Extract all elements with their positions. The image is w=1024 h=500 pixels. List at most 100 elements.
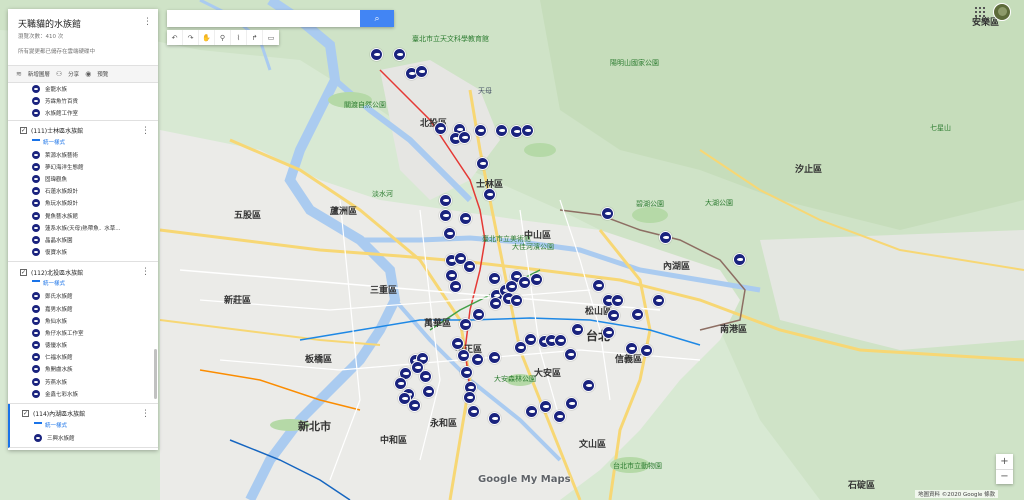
apps-grid-icon[interactable]: [975, 7, 985, 17]
layer-options-icon[interactable]: ⋮: [141, 267, 150, 277]
hand-icon[interactable]: ✋: [199, 30, 215, 45]
fish-store-marker[interactable]: [607, 309, 620, 322]
preview-button[interactable]: 預覽: [97, 70, 108, 78]
fish-store-marker[interactable]: [539, 400, 552, 413]
fish-store-marker[interactable]: [625, 342, 638, 355]
undo-icon[interactable]: ↶: [167, 30, 183, 45]
layer-visibility-checkbox[interactable]: ✓: [20, 268, 27, 276]
list-item[interactable]: 金龍水族: [8, 83, 158, 95]
layer-options-icon[interactable]: ⋮: [141, 126, 150, 136]
layer-visibility-checkbox[interactable]: ✓: [22, 410, 29, 418]
fish-store-marker[interactable]: [443, 227, 456, 240]
list-item[interactable]: 魚仙水族: [8, 315, 158, 327]
add-marker-icon[interactable]: ⚲: [215, 30, 231, 45]
fish-store-marker[interactable]: [733, 253, 746, 266]
fish-store-marker[interactable]: [488, 351, 501, 364]
fish-store-marker[interactable]: [488, 412, 501, 425]
fish-store-marker[interactable]: [582, 379, 595, 392]
share-button[interactable]: 分享: [68, 70, 79, 78]
list-item[interactable]: 金鑫七彩水族: [8, 388, 158, 400]
fish-store-marker[interactable]: [554, 334, 567, 347]
ruler-icon[interactable]: ▭: [263, 30, 279, 45]
fish-store-marker[interactable]: [553, 410, 566, 423]
fish-store-marker[interactable]: [530, 273, 543, 286]
fish-store-marker[interactable]: [640, 344, 653, 357]
fish-store-marker[interactable]: [459, 318, 472, 331]
list-item[interactable]: 魚玩水族設計: [8, 197, 158, 209]
fish-store-marker[interactable]: [422, 385, 435, 398]
list-item[interactable]: 芳霖魚竹百貨: [8, 95, 158, 107]
fish-store-marker[interactable]: [602, 326, 615, 339]
list-item[interactable]: 萊源水族藝術: [8, 149, 158, 161]
list-item[interactable]: 魚開盧水族: [8, 363, 158, 375]
list-item[interactable]: 夢幻海洋生態館: [8, 161, 158, 173]
fish-store-marker[interactable]: [489, 297, 502, 310]
fish-store-marker[interactable]: [601, 207, 614, 220]
directions-icon[interactable]: ↱: [247, 30, 263, 45]
list-item[interactable]: 三興水族館: [10, 432, 158, 444]
list-item[interactable]: 固瑋觀魚: [8, 173, 158, 185]
zoom-out-button[interactable]: −: [996, 470, 1013, 485]
fish-store-marker[interactable]: [434, 122, 447, 135]
fish-store-marker[interactable]: [483, 188, 496, 201]
fish-store-marker[interactable]: [524, 333, 537, 346]
fish-store-marker[interactable]: [521, 124, 534, 137]
fish-store-marker[interactable]: [467, 405, 480, 418]
fish-store-marker[interactable]: [472, 308, 485, 321]
fish-store-marker[interactable]: [463, 260, 476, 273]
fish-store-marker[interactable]: [415, 65, 428, 78]
fish-store-marker[interactable]: [439, 209, 452, 222]
layer-header[interactable]: ✓ (114)內湖區水族館 ⋮: [10, 408, 158, 420]
map-title[interactable]: 天職貓的水族館: [18, 17, 150, 30]
search-button[interactable]: ⌕: [360, 10, 394, 27]
fish-store-marker[interactable]: [398, 392, 411, 405]
fish-store-marker[interactable]: [652, 294, 665, 307]
fish-store-marker[interactable]: [458, 131, 471, 144]
fish-store-marker[interactable]: [439, 194, 452, 207]
list-item[interactable]: 晶晶水族園: [8, 234, 158, 246]
fish-store-marker[interactable]: [564, 348, 577, 361]
fish-store-marker[interactable]: [592, 279, 605, 292]
fish-store-marker[interactable]: [463, 391, 476, 404]
fish-store-marker[interactable]: [631, 308, 644, 321]
map-attribution[interactable]: 地圖資料 ©2020 Google 條款: [915, 490, 999, 498]
fish-store-marker[interactable]: [370, 48, 383, 61]
layer-style-link[interactable]: 統一樣式: [10, 420, 158, 432]
layer-header[interactable]: ✓ (111)士林區水族館 ⋮: [8, 125, 158, 137]
list-item[interactable]: 徳優水族: [8, 339, 158, 351]
avatar[interactable]: [993, 3, 1011, 21]
fish-store-marker[interactable]: [476, 157, 489, 170]
fish-store-marker[interactable]: [474, 124, 487, 137]
fish-store-marker[interactable]: [525, 405, 538, 418]
fish-store-marker[interactable]: [565, 397, 578, 410]
list-item[interactable]: 鄭氏水族館: [8, 290, 158, 302]
fish-store-marker[interactable]: [449, 280, 462, 293]
map-options-icon[interactable]: ⋮: [143, 18, 152, 27]
list-item[interactable]: 芳燕水族: [8, 376, 158, 388]
fish-store-marker[interactable]: [571, 323, 584, 336]
search-input[interactable]: [167, 10, 360, 27]
draw-line-icon[interactable]: ⌇: [231, 30, 247, 45]
fish-store-marker[interactable]: [459, 212, 472, 225]
layer-title[interactable]: (114)內湖區水族館: [33, 409, 141, 418]
layer-style-link[interactable]: 統一樣式: [8, 137, 158, 149]
panel-scrollbar[interactable]: [154, 349, 157, 399]
fish-store-marker[interactable]: [457, 349, 470, 362]
fish-store-marker[interactable]: [510, 294, 523, 307]
list-item[interactable]: 嘉男水族館: [8, 302, 158, 314]
fish-store-marker[interactable]: [393, 48, 406, 61]
layer-options-icon[interactable]: ⋮: [141, 409, 150, 419]
list-item[interactable]: 蓮系水族(天母)熱帶魚．水草...: [8, 222, 158, 234]
layer-title[interactable]: (111)士林區水族館: [31, 126, 141, 135]
layer-title[interactable]: (112)北投區水族館: [31, 268, 141, 277]
fish-store-marker[interactable]: [471, 353, 484, 366]
layer-header[interactable]: ✓ (112)北投區水族館 ⋮: [8, 266, 158, 278]
fish-store-marker[interactable]: [495, 124, 508, 137]
list-item[interactable]: 石蓮水族設計: [8, 185, 158, 197]
layer-visibility-checkbox[interactable]: ✓: [20, 127, 27, 135]
zoom-in-button[interactable]: +: [996, 454, 1013, 470]
add-layer-button[interactable]: 新增圖層: [28, 70, 50, 78]
fish-store-marker[interactable]: [488, 272, 501, 285]
fish-store-marker[interactable]: [460, 366, 473, 379]
fish-store-marker[interactable]: [411, 361, 424, 374]
